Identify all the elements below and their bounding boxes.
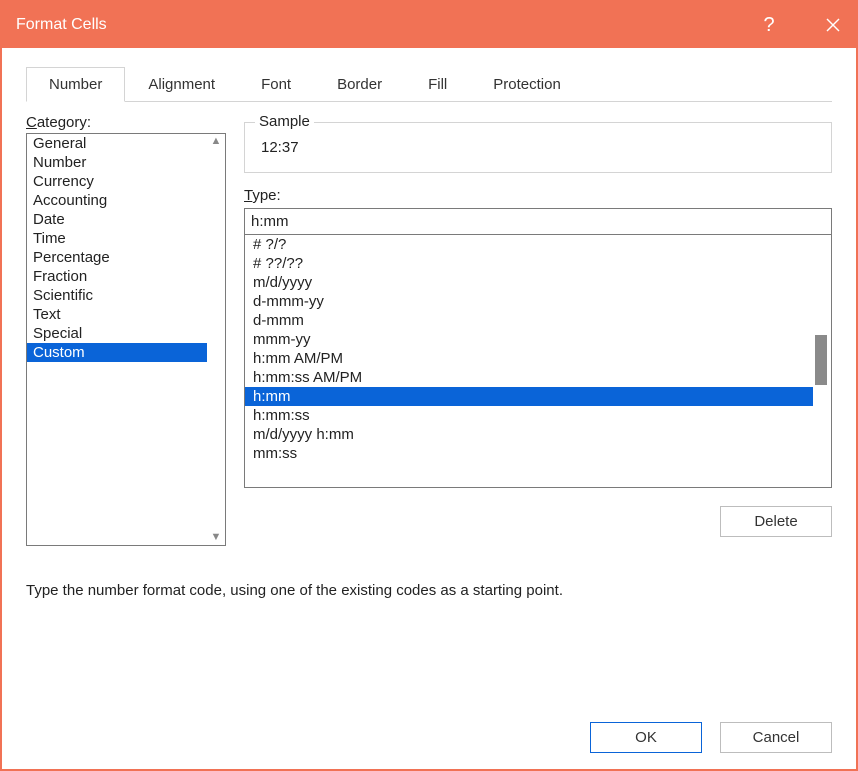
- sample-group: Sample 12:37: [244, 122, 832, 173]
- type-item[interactable]: m/d/yyyy: [245, 273, 813, 292]
- type-item[interactable]: m/d/yyyy h:mm: [245, 425, 813, 444]
- sample-value: 12:37: [257, 133, 819, 156]
- category-item[interactable]: Percentage: [27, 248, 207, 267]
- type-item[interactable]: h:mm:ss AM/PM: [245, 368, 813, 387]
- category-item[interactable]: Text: [27, 305, 207, 324]
- scroll-thumb[interactable]: [815, 335, 827, 385]
- category-item[interactable]: Time: [27, 229, 207, 248]
- type-item[interactable]: # ?/?: [245, 235, 813, 254]
- category-item[interactable]: Currency: [27, 172, 207, 191]
- scrollbar[interactable]: ▲ ▼: [207, 134, 225, 545]
- type-item[interactable]: h:mm AM/PM: [245, 349, 813, 368]
- type-input[interactable]: [244, 208, 832, 235]
- tab-strip: Number Alignment Font Border Fill Protec…: [26, 66, 832, 102]
- delete-button[interactable]: Delete: [720, 506, 832, 537]
- category-item[interactable]: Special: [27, 324, 207, 343]
- help-button[interactable]: ?: [746, 2, 792, 48]
- format-cells-dialog: Format Cells ? Number Alignment Font Bor…: [0, 0, 858, 771]
- dialog-buttons: OK Cancel: [2, 722, 856, 769]
- titlebar: Format Cells ?: [2, 2, 856, 48]
- cancel-button[interactable]: Cancel: [720, 722, 832, 753]
- tab-number[interactable]: Number: [26, 67, 125, 102]
- tab-body: Category: GeneralNumberCurrencyAccountin…: [26, 102, 832, 710]
- scroll-up-icon[interactable]: ▲: [211, 136, 222, 147]
- ok-button[interactable]: OK: [590, 722, 702, 753]
- tab-border[interactable]: Border: [314, 67, 405, 102]
- type-item[interactable]: d-mmm: [245, 311, 813, 330]
- type-item[interactable]: # ??/??: [245, 254, 813, 273]
- tab-alignment[interactable]: Alignment: [125, 67, 238, 102]
- category-item[interactable]: Date: [27, 210, 207, 229]
- category-item[interactable]: Scientific: [27, 286, 207, 305]
- type-item[interactable]: h:mm: [245, 387, 813, 406]
- category-item[interactable]: Custom: [27, 343, 207, 362]
- category-item[interactable]: Number: [27, 153, 207, 172]
- category-item[interactable]: Accounting: [27, 191, 207, 210]
- tab-protection[interactable]: Protection: [470, 67, 584, 102]
- category-item[interactable]: Fraction: [27, 267, 207, 286]
- type-label: Type:: [244, 187, 832, 204]
- category-label: Category:: [26, 114, 226, 131]
- category-listbox[interactable]: GeneralNumberCurrencyAccountingDateTimeP…: [26, 133, 226, 546]
- tab-font[interactable]: Font: [238, 67, 314, 102]
- scroll-down-icon[interactable]: ▼: [211, 532, 222, 543]
- category-item[interactable]: General: [27, 134, 207, 153]
- close-icon: [826, 18, 840, 32]
- window-title: Format Cells: [16, 16, 107, 34]
- type-item[interactable]: mm:ss: [245, 444, 813, 463]
- tab-fill[interactable]: Fill: [405, 67, 470, 102]
- type-item[interactable]: d-mmm-yy: [245, 292, 813, 311]
- scrollbar[interactable]: [815, 235, 829, 487]
- dialog-content: Number Alignment Font Border Fill Protec…: [2, 48, 856, 722]
- close-button[interactable]: [810, 2, 856, 48]
- type-item[interactable]: mmm-yy: [245, 330, 813, 349]
- description-text: Type the number format code, using one o…: [26, 582, 832, 599]
- sample-label: Sample: [255, 113, 314, 130]
- type-item[interactable]: h:mm:ss: [245, 406, 813, 425]
- type-listbox[interactable]: # ?/?# ??/??m/d/yyyyd-mmm-yyd-mmmmmm-yyh…: [244, 235, 832, 488]
